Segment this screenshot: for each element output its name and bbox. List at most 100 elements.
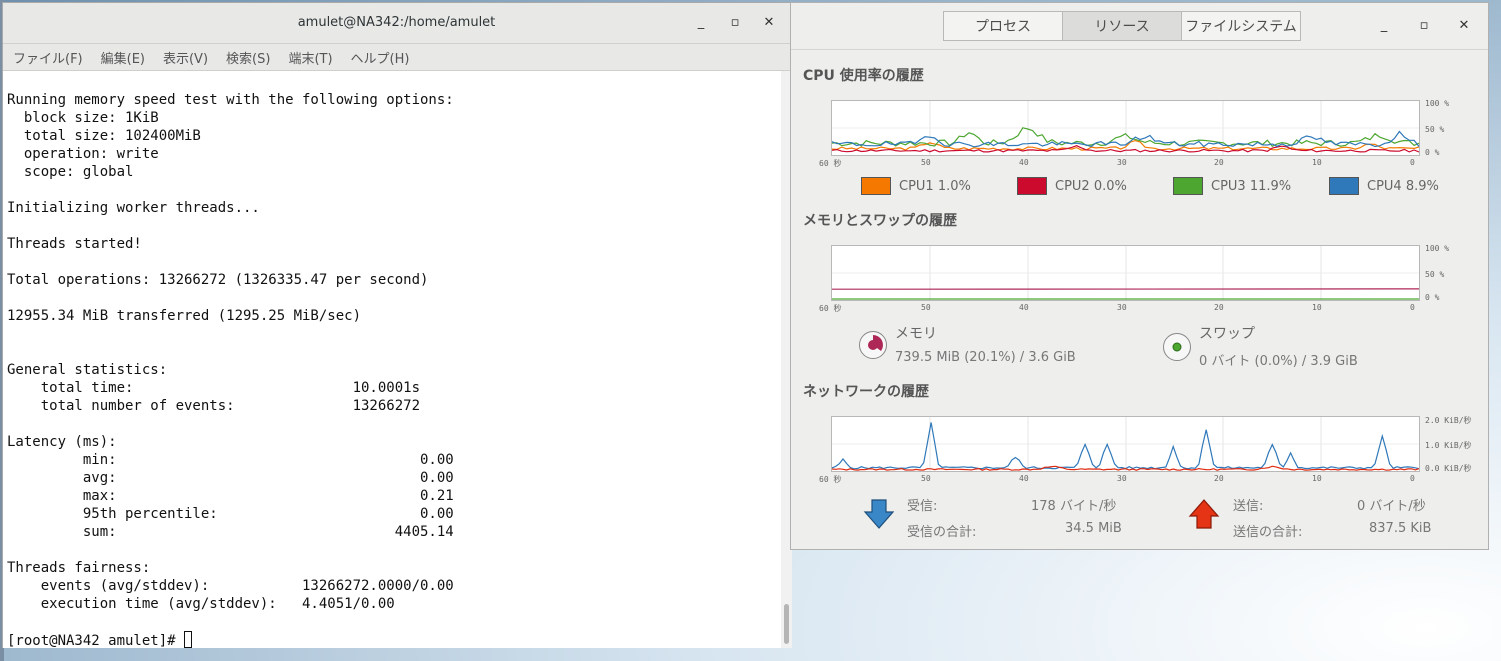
- xtick-label: 40: [1019, 474, 1029, 483]
- xtick-label: 50: [921, 474, 931, 483]
- swap-pie-icon[interactable]: [1163, 333, 1191, 361]
- terminal-line: scope: global: [7, 164, 134, 180]
- xtick-label: 20: [1214, 303, 1224, 312]
- terminal-line: events (avg/stddev): 13266272.0000/0.00: [7, 578, 454, 594]
- terminal-line: total time: 10.0001s: [7, 380, 421, 396]
- xtick-label: 30: [1117, 158, 1127, 167]
- mem-ytick-50: 50 %: [1425, 270, 1445, 279]
- menu-edit[interactable]: 編集(E): [101, 48, 145, 67]
- send-total-label: 送信の合計:: [1233, 525, 1303, 540]
- memory-value: 739.5 MiB (20.1%) / 3.6 GiB: [895, 350, 1076, 365]
- menu-help[interactable]: ヘルプ(H): [351, 48, 410, 67]
- xtick-label: 20: [1214, 158, 1224, 167]
- terminal-line: sum: 4405.14: [7, 524, 454, 540]
- cpu2-label: CPU2 0.0%: [1055, 178, 1127, 194]
- terminal-line: Latency (ms):: [7, 434, 117, 450]
- xtick-label: 50: [921, 303, 931, 312]
- minimize-icon[interactable]: _: [684, 3, 718, 43]
- cpu4-legend[interactable]: CPU4 8.9%: [1329, 177, 1439, 195]
- close-icon[interactable]: ✕: [752, 3, 786, 43]
- maximize-icon[interactable]: ▫: [1404, 3, 1444, 49]
- xtick-label: 60 秒: [819, 304, 842, 313]
- maximize-icon[interactable]: ▫: [718, 3, 752, 43]
- xtick-label: 60 秒: [819, 159, 842, 168]
- send-value: 0 バイト/秒: [1357, 499, 1426, 514]
- menu-view[interactable]: 表示(V): [163, 48, 208, 67]
- xtick-label: 60 秒: [819, 475, 842, 484]
- cpu-ytick-100: 100 %: [1425, 99, 1450, 108]
- xtick-label: 10: [1312, 158, 1322, 167]
- mem-ytick-0: 0 %: [1425, 293, 1440, 302]
- tab-processes[interactable]: プロセス: [943, 11, 1063, 41]
- tab-filesystems[interactable]: ファイルシステム: [1181, 11, 1301, 41]
- menu-search[interactable]: 検索(S): [226, 48, 270, 67]
- xtick-label: 0: [1410, 474, 1415, 483]
- terminal-line: total number of events: 13266272: [7, 398, 421, 414]
- send-total-value: 837.5 KiB: [1369, 521, 1432, 536]
- cpu1-color-swatch[interactable]: [861, 177, 891, 195]
- xtick-label: 0: [1410, 158, 1415, 167]
- memory-pie-icon[interactable]: [859, 331, 887, 359]
- cpu1-legend[interactable]: CPU1 1.0%: [861, 177, 971, 195]
- xtick-label: 10: [1312, 303, 1322, 312]
- memory-label: メモリ: [895, 326, 937, 342]
- terminal-line: max: 0.21: [7, 488, 454, 504]
- terminal-line: 95th percentile: 0.00: [7, 506, 454, 522]
- terminal-line: Threads fairness:: [7, 560, 151, 576]
- cpu2-legend[interactable]: CPU2 0.0%: [1017, 177, 1127, 195]
- cpu3-label: CPU3 11.9%: [1211, 178, 1292, 194]
- terminal-line: min: 0.00: [7, 452, 454, 468]
- cpu-history-graph: [831, 100, 1420, 156]
- terminal-prompt: [root@NA342 amulet]#: [7, 633, 185, 648]
- cpu2-color-swatch[interactable]: [1017, 177, 1047, 195]
- receive-total-label: 受信の合計:: [907, 525, 977, 540]
- cpu3-legend[interactable]: CPU3 11.9%: [1173, 177, 1291, 195]
- send-arrow-icon[interactable]: [1188, 498, 1220, 530]
- net-ytick-2: 2.0 KiB/秒: [1425, 416, 1472, 425]
- receive-total-value: 34.5 MiB: [1065, 521, 1122, 536]
- network-section-title: ネットワークの履歴: [803, 384, 929, 400]
- terminal-prompt-line: [root@NA342 amulet]#: [7, 631, 454, 648]
- receive-arrow-icon[interactable]: [863, 498, 895, 530]
- memory-section-title: メモリとスワップの履歴: [803, 213, 957, 229]
- receive-value: 178 バイト/秒: [1031, 499, 1117, 514]
- close-icon[interactable]: ✕: [1444, 3, 1484, 49]
- net-ytick-0: 0.0 KiB/秒: [1425, 464, 1472, 473]
- terminal-titlebar[interactable]: amulet@NA342:/home/amulet _ ▫ ✕: [3, 3, 790, 44]
- xtick-label: 10: [1312, 474, 1322, 483]
- mem-ytick-100: 100 %: [1425, 244, 1450, 253]
- terminal-line: execution time (avg/stddev): 4.4051/0.00: [7, 596, 395, 612]
- terminal-line: General statistics:: [7, 362, 168, 378]
- cpu-ytick-0: 0 %: [1425, 148, 1440, 157]
- xtick-label: 20: [1214, 474, 1224, 483]
- xtick-label: 30: [1117, 303, 1127, 312]
- cpu1-label: CPU1 1.0%: [899, 178, 971, 194]
- terminal-window[interactable]: amulet@NA342:/home/amulet _ ▫ ✕ ファイル(F) …: [2, 2, 792, 648]
- cpu3-color-swatch[interactable]: [1173, 177, 1203, 195]
- terminal-line: Threads started!: [7, 236, 142, 252]
- scrollbar-thumb[interactable]: [784, 604, 789, 644]
- cpu4-color-swatch[interactable]: [1329, 177, 1359, 195]
- monitor-headerbar[interactable]: プロセス リソース ファイルシステム _ ▫ ✕: [791, 3, 1488, 50]
- menu-file[interactable]: ファイル(F): [13, 48, 83, 67]
- xtick-label: 40: [1019, 158, 1029, 167]
- menu-terminal[interactable]: 端末(T): [288, 48, 332, 67]
- send-label: 送信:: [1233, 499, 1264, 514]
- minimize-icon[interactable]: _: [1364, 3, 1404, 49]
- terminal-line: avg: 0.00: [7, 470, 454, 486]
- network-history-graph: [831, 416, 1420, 472]
- terminal-line: 12955.34 MiB transferred (1295.25 MiB/se…: [7, 308, 362, 324]
- tab-resources[interactable]: リソース: [1062, 11, 1182, 41]
- terminal-line: operation: write: [7, 146, 159, 162]
- system-monitor-window[interactable]: プロセス リソース ファイルシステム _ ▫ ✕ CPU 使用率の履歴 100 …: [790, 2, 1489, 550]
- terminal-menubar: ファイル(F) 編集(E) 表示(V) 検索(S) 端末(T) ヘルプ(H): [3, 44, 790, 71]
- terminal-output[interactable]: Running memory speed test with the follo…: [3, 71, 781, 648]
